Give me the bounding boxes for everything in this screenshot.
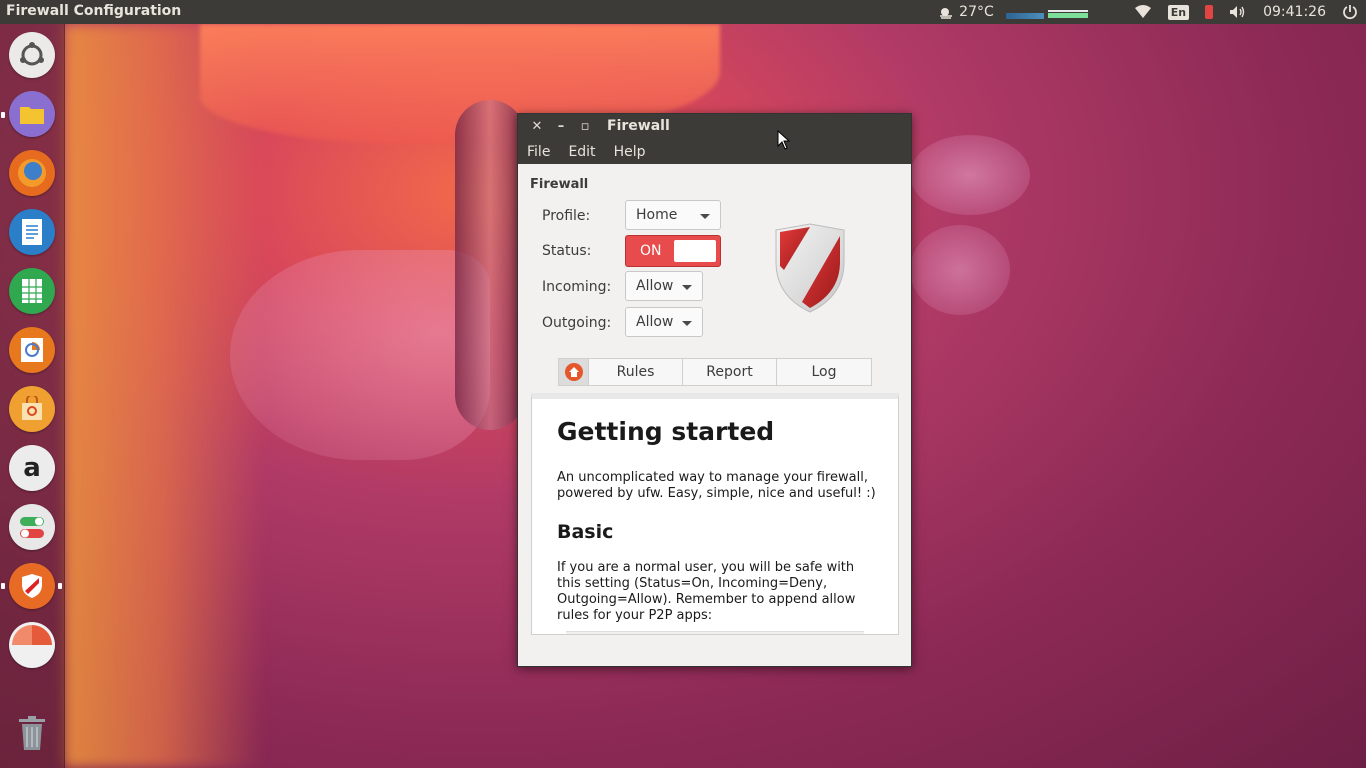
firewall-window: ✕ – ▫ Firewall File Edit Help Firewall P… (517, 113, 912, 667)
content-heading: Getting started (557, 417, 775, 446)
help-content-panel[interactable]: Getting started An uncomplicated way to … (531, 393, 899, 635)
impress-launcher[interactable] (9, 327, 55, 373)
content-basic-text: If you are a normal user, you will be sa… (557, 560, 856, 623)
section-title: Firewall (530, 177, 589, 192)
home-icon (564, 363, 583, 381)
firefox-launcher[interactable] (9, 150, 55, 196)
status-label: Status: (542, 243, 592, 259)
close-button[interactable]: ✕ (529, 119, 545, 135)
weather-indicator[interactable]: 27°C (930, 0, 1002, 24)
active-app-title: Firewall Configuration (6, 3, 182, 19)
running-indicator (1, 112, 5, 118)
shopping-bag-icon (22, 396, 42, 420)
keyboard-indicator[interactable]: En (1160, 0, 1197, 24)
volume-icon (1230, 6, 1245, 18)
amazon-launcher[interactable]: a (9, 445, 55, 491)
window-titlebar[interactable]: ✕ – ▫ Firewall (518, 114, 911, 140)
pie-chart-icon (12, 625, 52, 645)
top-panel: Firewall Configuration 27°C En 09:41:26 (0, 0, 1366, 24)
spreadsheet-icon (22, 279, 42, 303)
status-value: ON (640, 243, 662, 259)
active-indicator (58, 583, 62, 589)
menu-edit[interactable]: Edit (559, 140, 604, 164)
outgoing-dropdown[interactable]: Allow (625, 307, 703, 337)
tab-rules[interactable]: Rules (588, 358, 683, 386)
maximize-button[interactable]: ▫ (577, 119, 593, 135)
running-indicator (1, 583, 5, 589)
disk-usage-launcher[interactable] (9, 622, 55, 668)
wallpaper-wing (910, 225, 1010, 315)
minimize-button[interactable]: – (553, 119, 569, 135)
wifi-icon (1134, 5, 1151, 18)
document-icon (22, 219, 42, 245)
firewall-launcher[interactable] (9, 563, 55, 609)
wallpaper-wing (910, 135, 1030, 215)
battery-indicator[interactable] (1197, 0, 1221, 24)
weather-temp: 27°C (959, 4, 994, 20)
content-intro: An uncomplicated way to manage your fire… (557, 470, 876, 501)
cpu-graph (1005, 13, 1044, 19)
profile-value: Home (636, 207, 678, 223)
memory-graph (1047, 13, 1088, 18)
clock: 09:41:26 (1263, 4, 1326, 20)
outgoing-label: Outgoing: (542, 315, 612, 331)
chevron-down-icon (682, 321, 692, 326)
indicator-area: 27°C En 09:41:26 (930, 0, 1366, 24)
incoming-label: Incoming: (542, 279, 612, 295)
trash-icon (19, 716, 45, 750)
calc-launcher[interactable] (9, 268, 55, 314)
power-icon (1343, 5, 1357, 20)
mouse-cursor-icon (777, 130, 791, 150)
content-subheading: Basic (557, 521, 614, 543)
shield-icon (22, 574, 42, 598)
wallpaper-blur (64, 24, 264, 768)
files-launcher[interactable] (9, 91, 55, 137)
chevron-down-icon (682, 285, 692, 290)
firefox-icon (18, 159, 46, 187)
tab-bar: Rules Report Log (558, 358, 872, 386)
memory-graph-top (1047, 10, 1088, 12)
system-settings-launcher[interactable] (9, 504, 55, 550)
menu-file[interactable]: File (518, 140, 559, 164)
launcher: a (0, 24, 65, 768)
writer-launcher[interactable] (9, 209, 55, 255)
tab-report[interactable]: Report (682, 358, 777, 386)
toggle-knob (674, 240, 716, 262)
window-title: Firewall (607, 118, 670, 134)
ubuntu-dash-button[interactable] (9, 32, 55, 78)
chevron-down-icon (700, 214, 710, 219)
presentation-icon (21, 338, 43, 362)
weather-icon (940, 8, 953, 19)
tab-home[interactable] (558, 358, 589, 386)
profile-label: Profile: (542, 208, 591, 224)
trash-launcher[interactable] (9, 710, 55, 756)
wallpaper-dragonfly (455, 100, 525, 430)
incoming-dropdown[interactable]: Allow (625, 271, 703, 301)
tab-log[interactable]: Log (776, 358, 872, 386)
battery-icon (1205, 5, 1214, 19)
clock-indicator[interactable]: 09:41:26 (1255, 0, 1334, 24)
toggle-switches-icon (20, 517, 44, 538)
folder-icon (20, 107, 44, 124)
wallpaper-wing (230, 250, 490, 460)
code-block (566, 631, 864, 634)
ubuntu-logo-icon (20, 42, 44, 66)
network-indicator[interactable] (1126, 0, 1160, 24)
system-monitor-indicator[interactable] (1005, 3, 1088, 21)
sound-indicator[interactable] (1221, 0, 1255, 24)
amazon-icon: a (23, 453, 41, 483)
status-toggle[interactable]: ON (625, 235, 721, 267)
outgoing-value: Allow (636, 314, 674, 330)
menubar: File Edit Help (518, 140, 911, 164)
menu-help[interactable]: Help (605, 140, 655, 164)
shield-icon (774, 222, 846, 314)
profile-dropdown[interactable]: Home (625, 200, 721, 230)
keyboard-layout-badge: En (1167, 4, 1190, 20)
session-indicator[interactable] (1334, 0, 1366, 24)
incoming-value: Allow (636, 278, 674, 294)
software-center-launcher[interactable] (9, 386, 55, 432)
